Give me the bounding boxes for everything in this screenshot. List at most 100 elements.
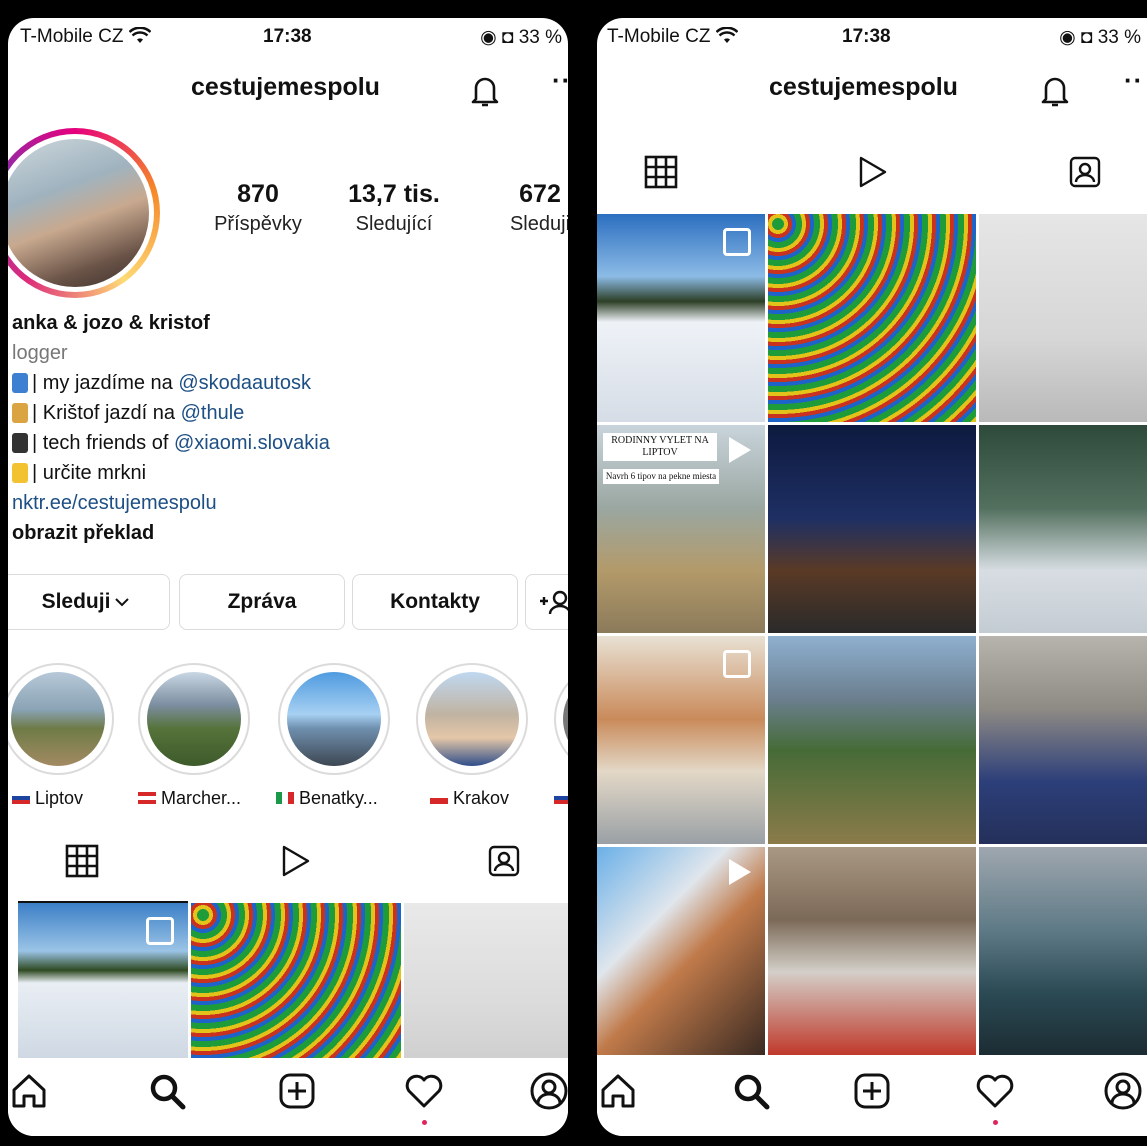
highlight-krakov[interactable] xyxy=(416,663,528,775)
grid-post[interactable]: RODINNY VYLET NA LIPTOV Navrh 6 tipov na… xyxy=(597,425,765,633)
profile-icon[interactable] xyxy=(1102,1070,1144,1112)
avatar[interactable] xyxy=(8,128,160,298)
multi-photo-icon xyxy=(723,228,751,256)
profile-username: cestujemespolu xyxy=(191,73,380,101)
highlight-krakov-cover xyxy=(425,672,519,766)
profile-header: cestujemespolu ·· xyxy=(8,65,568,113)
bottom-nav xyxy=(597,1058,1147,1136)
highlight-marcher[interactable] xyxy=(138,663,250,775)
highlight-label: Liptov xyxy=(12,788,83,809)
grid-post[interactable] xyxy=(597,847,765,1055)
grid-post[interactable] xyxy=(597,636,765,844)
reels-icon[interactable] xyxy=(276,843,312,879)
grid-post[interactable] xyxy=(768,425,976,633)
create-icon[interactable] xyxy=(276,1070,318,1112)
tagged-icon[interactable] xyxy=(1067,154,1103,190)
grid-post[interactable] xyxy=(768,636,976,844)
stat-following-value: 672 xyxy=(519,180,561,208)
profile-icon[interactable] xyxy=(528,1070,568,1112)
flag-icon xyxy=(12,792,30,804)
flag-icon xyxy=(554,792,568,804)
search-icon[interactable] xyxy=(146,1070,188,1112)
avatar-photo xyxy=(8,139,149,287)
profile-bio: anka & jozo & kristof logger | my jazdím… xyxy=(12,308,568,548)
more-options-button[interactable]: ·· xyxy=(1124,65,1143,96)
grid-post[interactable] xyxy=(768,214,976,422)
highlight-liptov[interactable] xyxy=(8,663,114,775)
battery-status: ◉ ◘ 33 % xyxy=(1059,26,1141,49)
carrier-label: T-Mobile CZ xyxy=(20,26,151,48)
bio-line-3-text: | tech friends of xyxy=(32,432,174,454)
contacts-button-label: Kontakty xyxy=(390,590,480,613)
profile-username: cestujemespolu xyxy=(769,73,958,101)
message-button[interactable]: Zpráva xyxy=(179,574,345,630)
highlight-benatky[interactable] xyxy=(278,663,390,775)
status-bar: T-Mobile CZ 17:38 ◉ ◘ 33 % xyxy=(597,18,1147,56)
mention-link[interactable]: @thule xyxy=(181,402,245,424)
stat-posts-label: Příspěvky xyxy=(214,213,302,235)
translate-button[interactable]: obrazit překlad xyxy=(12,518,568,548)
alarm-icon: ◉ ◘ xyxy=(1059,27,1098,48)
tagged-icon[interactable] xyxy=(486,843,522,879)
stat-followers[interactable]: 13,7 tis. Sledující xyxy=(324,180,464,236)
bio-category: logger xyxy=(12,342,68,364)
grid-post[interactable] xyxy=(768,847,976,1055)
home-icon[interactable] xyxy=(8,1070,50,1112)
profile-tabs xyxy=(597,154,1147,216)
grid-post[interactable] xyxy=(979,214,1147,422)
bio-line-3: | tech friends of @xiaomi.slovakia xyxy=(12,428,568,458)
reels-icon[interactable] xyxy=(853,154,889,190)
highlight-more[interactable] xyxy=(554,663,568,775)
bio-line-1: | my jazdíme na @skodaautosk xyxy=(12,368,568,398)
bio-line-2: | Krištof jazdí na @thule xyxy=(12,398,568,428)
home-icon[interactable] xyxy=(597,1070,639,1112)
contacts-button[interactable]: Kontakty xyxy=(352,574,518,630)
grid-post[interactable] xyxy=(18,903,188,1063)
follow-button-label: Sleduji xyxy=(41,590,111,613)
bio-name: anka & jozo & kristof xyxy=(12,312,210,334)
notification-dot xyxy=(993,1120,998,1125)
grid-post[interactable] xyxy=(597,214,765,422)
bio-website-link[interactable]: nktr.ee/cestujemespolu xyxy=(12,488,568,518)
bio-line-4: | určite mrkni xyxy=(12,458,568,488)
grid-icon[interactable] xyxy=(64,843,100,879)
message-button-label: Zpráva xyxy=(227,590,297,613)
grid-post[interactable] xyxy=(404,903,568,1063)
grid-icon[interactable] xyxy=(643,154,679,190)
avatar-frame xyxy=(8,134,154,292)
follow-button[interactable]: Sleduji xyxy=(8,574,170,630)
grid-post[interactable] xyxy=(979,847,1147,1055)
post-overlay-subtitle: Navrh 6 tipov na pekne miesta xyxy=(603,469,719,484)
mention-link[interactable]: @skodaautosk xyxy=(178,372,311,394)
heart-icon[interactable] xyxy=(403,1070,445,1112)
mention-link[interactable]: @xiaomi.slovakia xyxy=(174,432,330,454)
battery-status: ◉ ◘ 33 % xyxy=(480,26,562,49)
bell-icon[interactable] xyxy=(470,73,500,109)
alarm-icon: ◉ ◘ xyxy=(480,27,519,48)
highlight-label xyxy=(554,788,568,809)
phone-right-grid: T-Mobile CZ 17:38 ◉ ◘ 33 % cestujemespol… xyxy=(597,18,1147,1136)
carrier-text: T-Mobile CZ xyxy=(20,26,124,47)
carrier-text: T-Mobile CZ xyxy=(607,26,711,47)
create-icon[interactable] xyxy=(851,1070,893,1112)
stat-following-label: Sleduji xyxy=(509,213,568,235)
flag-icon xyxy=(430,792,448,804)
carrier-label: T-Mobile CZ xyxy=(607,26,738,48)
stat-following[interactable]: 672 Sleduji xyxy=(470,180,568,236)
search-icon[interactable] xyxy=(730,1070,772,1112)
flag-icon xyxy=(138,792,156,804)
bell-icon[interactable] xyxy=(1040,73,1070,109)
play-icon xyxy=(729,437,751,463)
notification-dot xyxy=(422,1120,427,1125)
grid-post[interactable] xyxy=(979,636,1147,844)
stat-posts[interactable]: 870 Příspěvky xyxy=(188,180,328,236)
profile-tabs xyxy=(8,843,568,903)
highlight-benatky-cover xyxy=(287,672,381,766)
grid-post[interactable] xyxy=(979,425,1147,633)
add-friend-button[interactable] xyxy=(525,574,568,630)
highlight-more-cover xyxy=(563,672,568,766)
more-options-button[interactable]: ·· xyxy=(552,65,568,96)
heart-icon[interactable] xyxy=(974,1070,1016,1112)
grid-post[interactable] xyxy=(191,903,401,1063)
car-emoji-icon xyxy=(12,373,28,393)
